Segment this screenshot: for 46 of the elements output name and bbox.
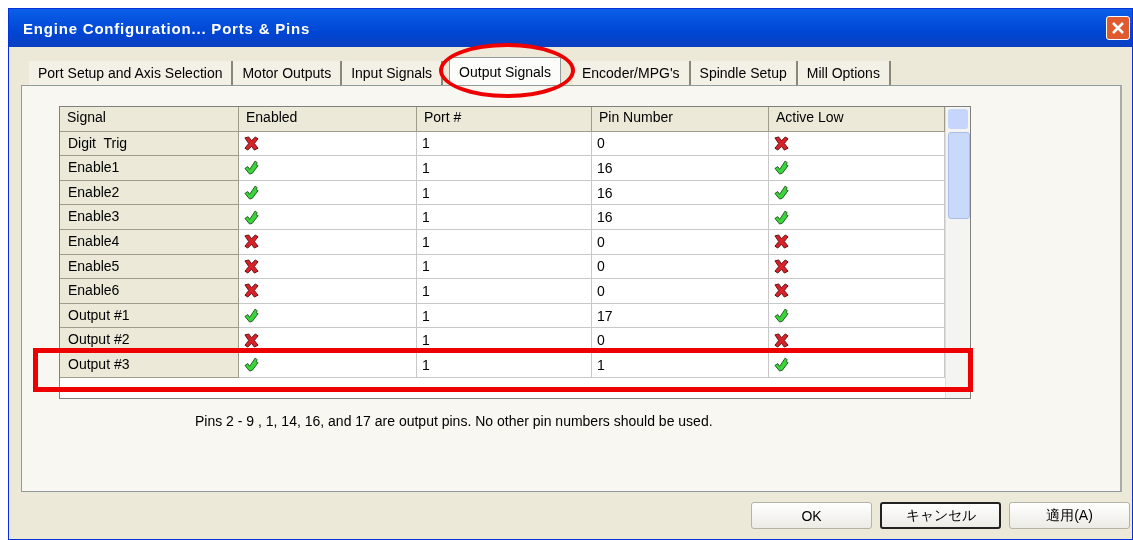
table-cell: 0 xyxy=(592,254,769,280)
table-cell: 1 xyxy=(417,254,592,280)
column-header[interactable]: Port # xyxy=(417,107,592,132)
table-cell: 0 xyxy=(592,328,769,353)
tab[interactable]: Motor Outputs xyxy=(233,61,343,85)
dialog-button[interactable]: キャンセル xyxy=(880,502,1001,529)
column-header[interactable]: Pin Number xyxy=(592,107,769,132)
table-cell: 1 xyxy=(417,328,592,353)
row-header[interactable]: Output #1 xyxy=(60,303,239,329)
row-header[interactable]: Enable2 xyxy=(60,180,239,206)
column-header[interactable]: Signal xyxy=(60,107,239,132)
table-cell: 16 xyxy=(592,180,769,206)
dialog-button[interactable]: 適用(A) xyxy=(1009,502,1130,529)
row-header[interactable]: Enable4 xyxy=(60,229,239,255)
tab[interactable]: Spindle Setup xyxy=(690,61,798,85)
table-cell: 17 xyxy=(592,303,769,329)
table-cell: 1 xyxy=(417,279,592,304)
row-header[interactable]: Output #3 xyxy=(60,352,239,378)
hint-text: Pins 2 - 9 , 1, 14, 16, and 17 are output pins. No other pin numbers should be used. xyxy=(195,413,713,429)
tab[interactable]: Input Signals xyxy=(342,61,444,85)
row-header[interactable]: Enable6 xyxy=(60,279,239,304)
row-header[interactable]: Enable1 xyxy=(60,156,239,181)
row-header[interactable]: Enable5 xyxy=(60,254,239,280)
tab[interactable]: Output Signals xyxy=(449,57,561,85)
table-cell: 0 xyxy=(592,229,769,255)
table-cell: 1 xyxy=(417,205,592,230)
column-header[interactable]: Active Low xyxy=(769,107,945,132)
table-cell: 16 xyxy=(592,205,769,230)
tab[interactable]: Mill Options xyxy=(797,61,891,85)
table-cell: 1 xyxy=(417,303,592,329)
table-cell: 0 xyxy=(592,279,769,304)
table-cell: 1 xyxy=(417,156,592,181)
table-cell: 1 xyxy=(417,229,592,255)
row-header[interactable]: Digit Trig xyxy=(60,131,239,157)
table-cell: 1 xyxy=(417,180,592,206)
dialog-button[interactable]: OK xyxy=(751,502,872,529)
table-cell: 1 xyxy=(417,352,592,378)
table-cell: 0 xyxy=(592,131,769,157)
table-cell: 16 xyxy=(592,156,769,181)
row-header[interactable]: Enable3 xyxy=(60,205,239,230)
window-title: Engine Configuration... Ports & Pins xyxy=(23,19,312,37)
table-cell: 1 xyxy=(417,131,592,157)
table-cell: 1 xyxy=(592,352,769,378)
tab[interactable]: Encoder/MPG's xyxy=(572,61,691,85)
column-header[interactable]: Enabled xyxy=(239,107,417,132)
tab[interactable]: Port Setup and Axis Selection xyxy=(29,61,234,85)
